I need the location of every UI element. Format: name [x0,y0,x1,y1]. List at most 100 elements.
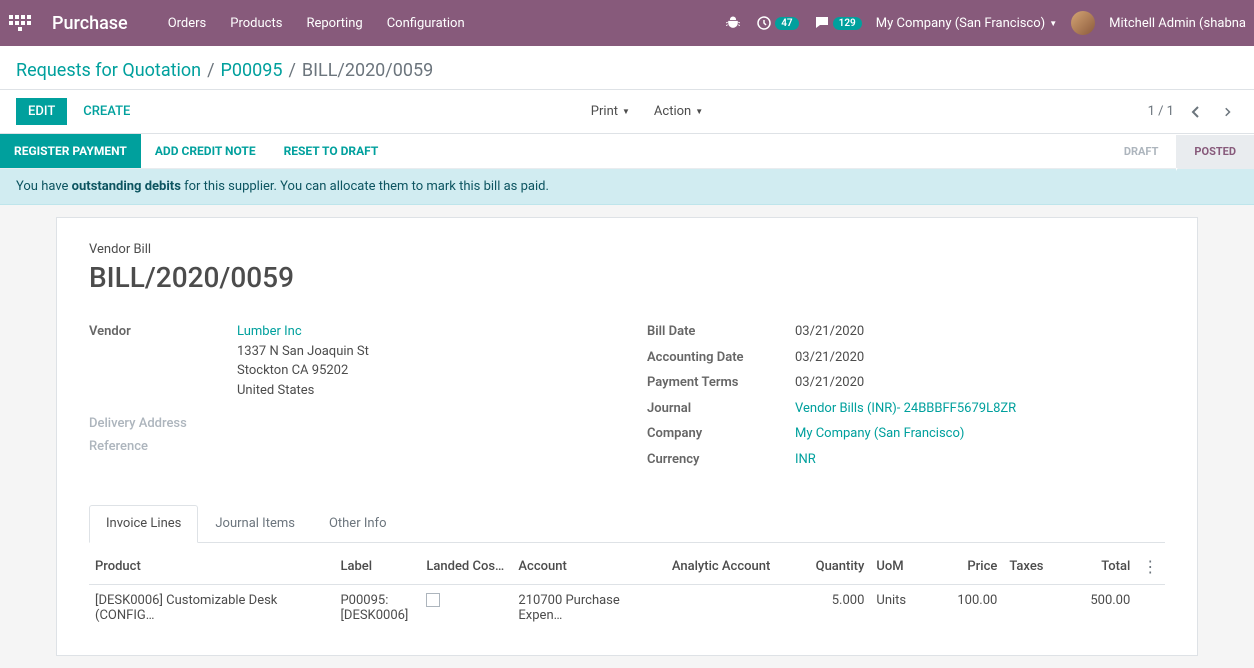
journal-label: Journal [647,399,795,416]
brand: Purchase [52,13,128,34]
vendor-label: Vendor [89,322,237,339]
columns-menu-icon[interactable]: ⋮ [1142,557,1158,576]
chevron-down-icon: ▼ [1049,19,1057,28]
company-selector[interactable]: My Company (San Francisco) ▼ [876,16,1057,31]
breadcrumb: Requests for Quotation / P00095 / BILL/2… [16,60,1238,81]
th-analytic[interactable]: Analytic Account [666,549,799,585]
vendor-addr1: 1337 N San Joaquin St [237,344,369,359]
tab-invoice-lines[interactable]: Invoice Lines [89,505,198,543]
cell-analytic [666,585,799,632]
alert-strong: outstanding debits [72,179,181,194]
pager-prev[interactable] [1186,102,1206,122]
nav-orders[interactable]: Orders [168,16,207,31]
accounting-date-value: 03/21/2020 [795,348,1165,368]
messages-badge: 129 [833,17,862,30]
create-button[interactable]: CREATE [83,104,130,119]
fields-right: Bill Date 03/21/2020 Accounting Date 03/… [647,322,1165,475]
journal-link[interactable]: Vendor Bills (INR)- 24BBBFF5679L8ZR [795,401,1016,416]
status-posted[interactable]: POSTED [1176,135,1254,168]
th-taxes[interactable]: Taxes [1003,549,1064,585]
chevron-down-icon: ▼ [695,107,703,116]
avatar[interactable] [1071,11,1095,35]
username[interactable]: Mitchell Admin (shabna [1109,16,1246,31]
topbar: Purchase Orders Products Reporting Confi… [0,0,1254,46]
currency-link[interactable]: INR [795,452,816,467]
topbar-right: 47 129 My Company (San Francisco) ▼ Mitc… [725,11,1246,35]
payment-terms-value: 03/21/2020 [795,373,1165,393]
cell-uom: Units [870,585,931,632]
breadcrumb-bar: Requests for Quotation / P00095 / BILL/2… [0,46,1254,90]
nav-menu: Orders Products Reporting Configuration [168,16,725,31]
delivery-address-label: Delivery Address [89,414,237,431]
tab-journal-items[interactable]: Journal Items [198,505,312,542]
vendor-link[interactable]: Lumber Inc [237,324,302,339]
vendor-addr2: Stockton CA 95202 [237,363,348,378]
th-account[interactable]: Account [512,549,665,585]
cell-product: [DESK0006] Customizable Desk (CONFIG… [89,585,334,632]
tab-other-info[interactable]: Other Info [312,505,404,542]
print-label: Print [591,104,618,119]
sheet-container: Vendor Bill BILL/2020/0059 Vendor Lumber… [0,205,1254,668]
record-type-label: Vendor Bill [89,242,1165,257]
company-label: Company [647,424,795,441]
activities-badge: 47 [775,17,798,30]
th-price[interactable]: Price [932,549,1004,585]
clock-icon [755,14,773,32]
edit-button[interactable]: EDIT [16,98,67,125]
messages[interactable]: 129 [813,14,862,32]
nav-reporting[interactable]: Reporting [306,16,362,31]
bug-icon[interactable] [725,15,741,31]
th-label[interactable]: Label [334,549,420,585]
bill-date-value: 03/21/2020 [795,322,1165,342]
th-quantity[interactable]: Quantity [799,549,871,585]
status-flow: DRAFT POSTED [1106,135,1254,168]
company-name: My Company (San Francisco) [876,16,1045,31]
table-row[interactable]: [DESK0006] Customizable Desk (CONFIG… P0… [89,585,1165,632]
bill-date-label: Bill Date [647,322,795,339]
breadcrumb-sep: / [288,60,295,81]
landed-checkbox[interactable] [426,593,440,607]
th-total[interactable]: Total [1065,549,1137,585]
payment-terms-label: Payment Terms [647,373,795,390]
vendor-country: United States [237,383,314,398]
cell-account: 210700 Purchase Expen… [512,585,665,632]
register-payment-button[interactable]: REGISTER PAYMENT [0,134,141,168]
sheet: Vendor Bill BILL/2020/0059 Vendor Lumber… [56,217,1198,656]
currency-label: Currency [647,450,795,467]
breadcrumb-po[interactable]: P00095 [221,60,283,81]
nav-products[interactable]: Products [230,16,282,31]
company-link[interactable]: My Company (San Francisco) [795,426,964,441]
activities[interactable]: 47 [755,14,798,32]
nav-configuration[interactable]: Configuration [387,16,465,31]
th-landed[interactable]: Landed Cos… [420,549,512,585]
status-draft[interactable]: DRAFT [1106,135,1177,168]
alert-prefix: You have [16,179,72,194]
breadcrumb-sep: / [207,60,214,81]
chat-icon [813,14,831,32]
breadcrumb-current: BILL/2020/0059 [302,60,433,81]
action-label: Action [654,104,691,119]
reset-to-draft-button[interactable]: RESET TO DRAFT [270,134,393,168]
fields-row: Vendor Lumber Inc 1337 N San Joaquin St … [89,322,1165,475]
statusbar: REGISTER PAYMENT ADD CREDIT NOTE RESET T… [0,134,1254,169]
alert-outstanding: You have outstanding debits for this sup… [0,169,1254,205]
print-dropdown[interactable]: Print ▼ [591,104,630,119]
th-product[interactable]: Product [89,549,334,585]
add-credit-note-button[interactable]: ADD CREDIT NOTE [141,134,270,168]
breadcrumb-rfq[interactable]: Requests for Quotation [16,60,201,81]
reference-label: Reference [89,437,237,454]
notebook-tabs: Invoice Lines Journal Items Other Info [89,505,1165,543]
alert-suffix: for this supplier. You can allocate them… [181,179,549,194]
cell-label: P00095: [DESK0006] [334,585,420,632]
accounting-date-label: Accounting Date [647,348,795,365]
pager-next[interactable] [1218,102,1238,122]
cell-price: 100.00 [932,585,1004,632]
control-center: Print ▼ Action ▼ [146,104,1147,119]
action-dropdown[interactable]: Action ▼ [654,104,703,119]
cell-quantity: 5.000 [799,585,871,632]
control-row: EDIT CREATE Print ▼ Action ▼ 1 / 1 [0,90,1254,134]
th-uom[interactable]: UoM [870,549,931,585]
apps-icon[interactable] [8,11,32,35]
pager-controls: 1 / 1 [1148,102,1238,122]
pager-text: 1 / 1 [1148,104,1174,119]
